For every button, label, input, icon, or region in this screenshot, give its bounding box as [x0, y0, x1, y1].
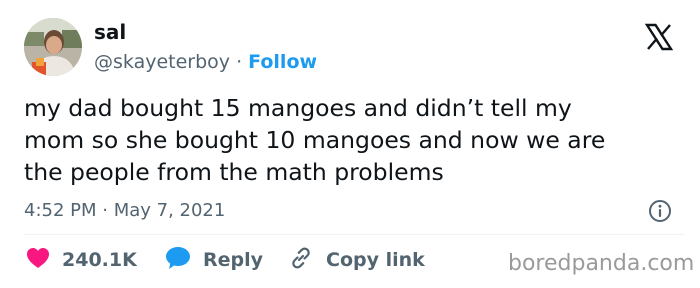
- like-count: 240.1K: [62, 249, 137, 271]
- tweet-text: my dad bought 15 mangoes and didn’t tell…: [24, 94, 606, 186]
- author-handle-line: @skayeterboy · Follow: [94, 49, 317, 75]
- x-logo-icon[interactable]: [644, 22, 674, 52]
- speech-bubble-icon: [165, 246, 191, 274]
- follow-button[interactable]: Follow: [248, 51, 317, 73]
- like-button[interactable]: 240.1K: [26, 246, 137, 274]
- copy-link-button[interactable]: Copy link: [288, 246, 425, 274]
- author-handle[interactable]: @skayeterboy: [94, 51, 230, 73]
- divider: [24, 234, 684, 235]
- handle-separator: ·: [230, 51, 249, 73]
- info-icon[interactable]: [648, 199, 672, 223]
- tweet-timestamp[interactable]: 4:52 PM · May 7, 2021: [24, 198, 225, 224]
- reply-button[interactable]: Reply: [165, 246, 263, 274]
- watermark: boredpanda.com: [508, 251, 695, 276]
- heart-icon: [26, 247, 50, 273]
- avatar[interactable]: [24, 18, 82, 76]
- reply-label: Reply: [203, 249, 264, 271]
- link-icon: [288, 245, 314, 275]
- author-display-name[interactable]: sal: [94, 19, 126, 45]
- copy-link-label: Copy link: [326, 249, 425, 271]
